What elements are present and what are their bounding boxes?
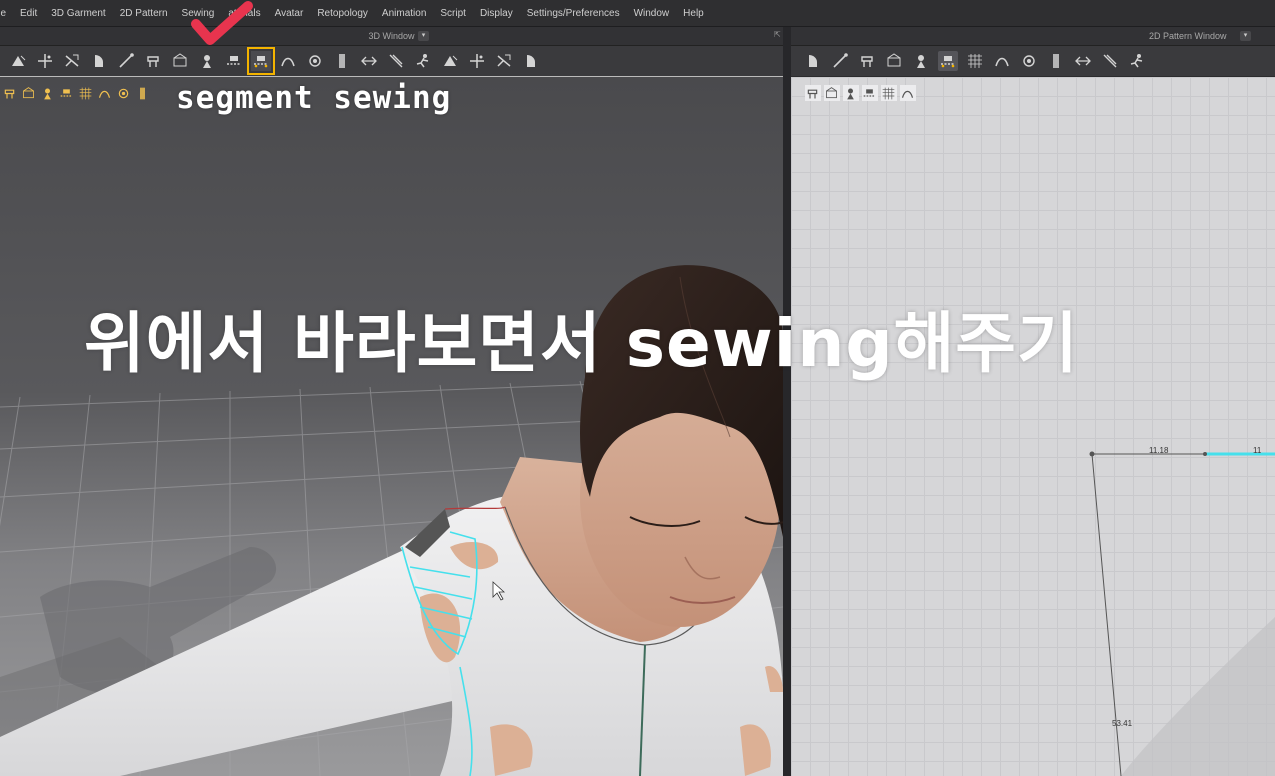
edit-point-icon[interactable] bbox=[830, 51, 850, 71]
tack-icon[interactable] bbox=[143, 51, 163, 71]
transform-pattern-icon[interactable] bbox=[35, 51, 55, 71]
2d-window-title-bar: 2D Pattern Window ▾ bbox=[791, 27, 1275, 46]
undock-icon[interactable]: ⇱ bbox=[774, 30, 781, 39]
measure-top-edge-right: 11 bbox=[1253, 446, 1262, 455]
trace-icon[interactable] bbox=[992, 51, 1012, 71]
skin-icon[interactable] bbox=[97, 85, 113, 101]
2d-viewport[interactable]: 11.18 11 53.41 bbox=[791, 77, 1275, 776]
polygon-icon[interactable] bbox=[857, 51, 877, 71]
window-splitter[interactable] bbox=[783, 27, 791, 776]
select-mesh-icon[interactable] bbox=[8, 51, 28, 71]
arrange-point-icon[interactable] bbox=[197, 51, 217, 71]
solid-icon[interactable] bbox=[440, 51, 460, 71]
segment-sewing-icon[interactable] bbox=[937, 51, 958, 71]
3d-viewport[interactable] bbox=[0, 77, 783, 776]
rectangle-icon[interactable] bbox=[884, 51, 904, 71]
grid-icon[interactable] bbox=[278, 51, 298, 71]
menu-item[interactable]: Retopology bbox=[310, 8, 375, 19]
grid-icon[interactable] bbox=[965, 51, 985, 71]
3d-scene bbox=[0, 265, 783, 776]
avatar-icon[interactable] bbox=[40, 85, 56, 101]
menu-item[interactable]: 3D Garment bbox=[44, 8, 112, 19]
pin-icon[interactable] bbox=[116, 51, 136, 71]
eraser-icon[interactable] bbox=[78, 85, 94, 101]
garment-icon[interactable] bbox=[1127, 51, 1147, 71]
3d-subtoolbar bbox=[0, 85, 152, 101]
avatar-measure-icon[interactable] bbox=[386, 51, 406, 71]
menu-item[interactable]: Help bbox=[676, 8, 711, 19]
2d-window-title: 2D Pattern Window bbox=[1149, 31, 1227, 41]
menu-item[interactable]: 2D Pattern bbox=[113, 8, 175, 19]
fold-arrangement-icon[interactable] bbox=[62, 51, 82, 71]
brush-icon[interactable] bbox=[89, 51, 109, 71]
shirt-icon[interactable] bbox=[2, 85, 18, 101]
stretch-icon[interactable] bbox=[467, 51, 487, 71]
3d-toolbar bbox=[0, 46, 783, 76]
instruction-caption: 위에서 바라보면서 sewing해주기 bbox=[84, 305, 1079, 382]
checkmark-icon bbox=[191, 1, 253, 45]
pattern-arrange-icon[interactable] bbox=[170, 51, 190, 71]
3d-window-title-bar: 3D Window ▾ ⇱ bbox=[0, 27, 783, 46]
2d-window-dropdown[interactable]: ▾ bbox=[1240, 31, 1251, 41]
3d-window-dropdown[interactable]: ▾ bbox=[418, 31, 429, 41]
pull-icon[interactable] bbox=[332, 51, 352, 71]
pencil-icon[interactable] bbox=[59, 85, 75, 101]
menu-item[interactable]: Window bbox=[627, 8, 677, 19]
pose-icon[interactable] bbox=[521, 51, 541, 71]
segment-sewing-icon[interactable] bbox=[246, 47, 275, 75]
internal-line-icon[interactable] bbox=[911, 51, 931, 71]
menu-item[interactable]: Edit bbox=[13, 8, 44, 19]
menu-item[interactable]: ile bbox=[0, 8, 13, 19]
2d-pattern-canvas bbox=[1089, 451, 1275, 776]
menu-item[interactable]: Display bbox=[473, 8, 520, 19]
zipper-icon[interactable] bbox=[494, 51, 514, 71]
measure-top-edge: 11.18 bbox=[1149, 446, 1169, 455]
fold-icon[interactable] bbox=[1019, 51, 1039, 71]
gradient-icon[interactable] bbox=[1100, 51, 1120, 71]
menu-item[interactable]: Avatar bbox=[268, 8, 311, 19]
2d-toolbar bbox=[791, 46, 1275, 76]
fabric-icon[interactable] bbox=[413, 51, 433, 71]
menu-item[interactable]: Script bbox=[433, 8, 473, 19]
3d-window-title: 3D Window bbox=[368, 31, 415, 41]
cursor-icon[interactable] bbox=[21, 85, 37, 101]
texture-icon[interactable] bbox=[116, 85, 132, 101]
edit-sewing-icon[interactable] bbox=[1046, 51, 1066, 71]
menu-item[interactable]: Animation bbox=[375, 8, 433, 19]
point-icon[interactable] bbox=[359, 51, 379, 71]
menu-item[interactable]: Settings/Preferences bbox=[520, 8, 627, 19]
transform-icon[interactable] bbox=[803, 51, 823, 71]
edit-curve-icon[interactable] bbox=[305, 51, 325, 71]
edit-sewing-icon[interactable] bbox=[224, 51, 244, 71]
measure-left-edge: 53.41 bbox=[1112, 719, 1133, 728]
tool-name-caption: segment sewing bbox=[176, 80, 452, 116]
export-icon[interactable] bbox=[135, 85, 151, 101]
sewing-free-icon[interactable] bbox=[1073, 51, 1093, 71]
